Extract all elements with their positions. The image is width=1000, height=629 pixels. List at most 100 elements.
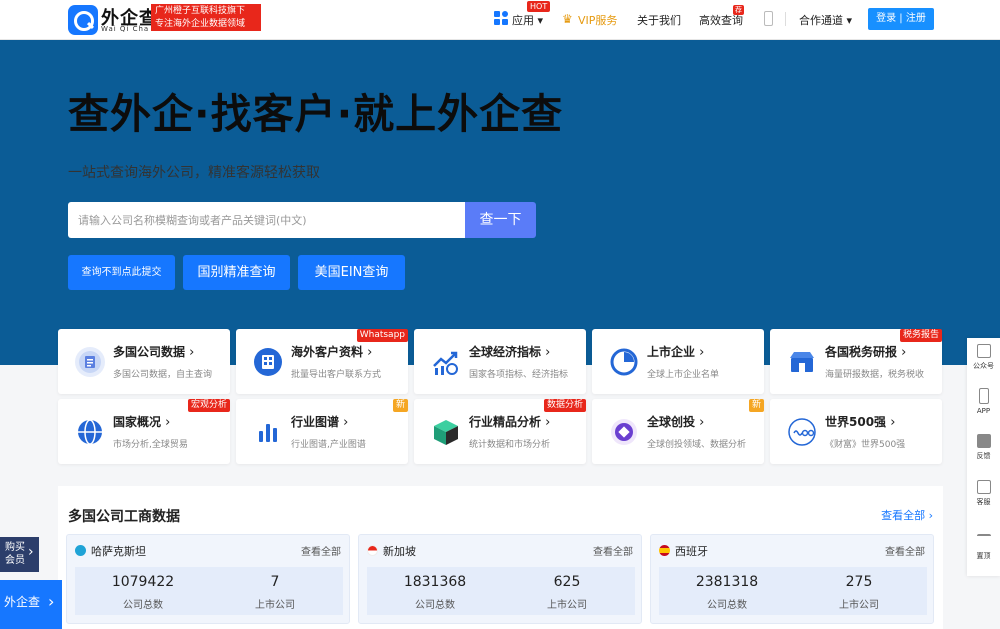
float-back-to-top[interactable]: 置顶	[967, 534, 1000, 561]
recommend-badge: 荐	[733, 5, 744, 15]
bar-chart-icon	[259, 424, 277, 442]
hero-title: 查外企·找客户·就上外企查	[68, 90, 564, 138]
category-desc: 统计数据和市场分析	[469, 440, 551, 450]
float-label: 置顶	[976, 552, 991, 560]
buy-membership-button[interactable]: 购买 会员	[0, 537, 39, 572]
category-desc: 批量导出客户联系方式	[291, 370, 382, 380]
stat-listed: 625 上市公司	[499, 567, 635, 615]
nav-divider	[785, 12, 786, 26]
float-feedback[interactable]: 反馈	[967, 434, 1000, 461]
category-card-tax-report[interactable]: 各国税务研报 海量研报数据，税务税收 税务报告	[770, 329, 942, 394]
category-badge: 税务报告	[899, 329, 942, 342]
category-title: 海外客户资料	[291, 343, 372, 360]
mobile-phone-icon[interactable]	[764, 11, 773, 26]
stat-value: 625	[553, 574, 581, 590]
company-data-icon	[75, 347, 105, 377]
arrow-up-icon	[976, 534, 991, 548]
category-title: 行业精品分析	[469, 413, 550, 430]
category-card-industry-map[interactable]: 行业图谱 行业图谱,产业图谱 新	[236, 399, 408, 464]
country-card-kazakhstan[interactable]: 哈萨克斯坦 查看全部 1079422 公司总数 7 上市公司	[66, 534, 350, 624]
country-card-spain[interactable]: 西班牙 查看全部 2381318 公司总数 275 上市公司	[650, 534, 934, 624]
logo-search-icon	[68, 5, 98, 35]
nav-partner[interactable]: 合作通道 ▾	[799, 12, 852, 28]
country-name: 新加坡	[383, 545, 416, 558]
category-title: 全球经济指标	[469, 343, 550, 360]
country-query-button[interactable]: 国别精准查询	[183, 255, 290, 290]
category-title: 国家概况	[113, 413, 170, 430]
economy-icon	[433, 351, 458, 375]
nav-vip[interactable]: VIP服务	[578, 12, 617, 28]
logo-subtext: Wai Qi Cha	[101, 25, 150, 33]
stat-value: 1831368	[403, 574, 467, 590]
category-card-customer-data[interactable]: 海外客户资料 批量导出客户联系方式 Whatsapp	[236, 329, 408, 394]
hot-badge: HOT	[527, 1, 551, 12]
submit-missing-button[interactable]: 查询不到点此提交	[68, 255, 175, 290]
category-desc: 行业图谱,产业图谱	[291, 440, 366, 450]
country-see-all-link[interactable]: 查看全部	[885, 543, 925, 558]
float-app[interactable]: APP	[967, 388, 1000, 415]
feedback-icon	[976, 434, 991, 448]
hero-subtitle: 一站式查询海外公司，精准客源轻松获取	[68, 165, 320, 181]
float-label: 反馈	[976, 452, 991, 460]
stat-label: 上市公司	[255, 600, 295, 611]
country-see-all-link[interactable]: 查看全部	[301, 543, 341, 558]
country-see-all-link[interactable]: 查看全部	[593, 543, 633, 558]
category-desc: 《财富》世界500强	[825, 440, 906, 450]
category-badge: 新	[392, 399, 408, 412]
login-register-button[interactable]: 登录 | 注册	[868, 8, 934, 30]
category-card-fortune-500[interactable]: 世界500强 《财富》世界500强	[770, 399, 942, 464]
top-header: 外企查 Wai Qi Cha 广州橙子互联科技旗下 专注海外企业数据领域 应用 …	[0, 0, 1000, 40]
float-service[interactable]: 客服	[967, 480, 1000, 507]
slogan-banner: 广州橙子互联科技旗下 专注海外企业数据领域	[151, 4, 261, 31]
company-data-section: 多国公司工商数据 查看全部 › 哈萨克斯坦 查看全部 1079422 公司总数 …	[58, 486, 943, 629]
nav-apps[interactable]: 应用 ▾	[512, 12, 543, 28]
globe-icon	[78, 419, 102, 445]
buy-vip-line-2: 会员	[5, 555, 25, 566]
stat-label: 公司总数	[415, 600, 455, 611]
see-all-link[interactable]: 查看全部 ›	[881, 507, 933, 523]
logo[interactable]: 外企查 Wai Qi Cha	[68, 4, 157, 36]
slogan-line-1: 广州橙子互联科技旗下	[155, 6, 246, 16]
listed-company-icon	[610, 348, 638, 376]
category-card-listed[interactable]: 上市企业 全球上市企业名单	[592, 329, 764, 394]
country-name: 哈萨克斯坦	[91, 545, 146, 558]
category-desc: 市场分析,全球贸易	[113, 440, 188, 450]
category-card-economy[interactable]: 全球经济指标 国家各项指标、经济指标	[414, 329, 586, 394]
category-desc: 海量研报数据，税务税收	[825, 370, 925, 380]
cube-icon	[434, 420, 458, 445]
float-wechat[interactable]: 公众号	[967, 344, 1000, 371]
apps-grid-icon[interactable]	[494, 11, 509, 26]
category-grid: 多国公司数据 多国公司数据，自主查询 海外客户资料 批量导出客户联系方式 Wha…	[58, 323, 943, 465]
category-card-venture[interactable]: 全球创投 全球创投领域、数据分析 新	[592, 399, 764, 464]
category-card-country-overview[interactable]: 国家概况 市场分析,全球贸易 宏观分析	[58, 399, 230, 464]
nav-about[interactable]: 关于我们	[637, 12, 681, 28]
stat-value: 1079422	[111, 574, 175, 590]
stat-total: 2381318 公司总数	[659, 567, 795, 615]
country-name: 西班牙	[675, 545, 708, 558]
phone-icon	[978, 388, 989, 404]
stat-label: 公司总数	[707, 600, 747, 611]
stat-value: 7	[270, 574, 280, 590]
category-desc: 全球创投领域、数据分析	[647, 440, 747, 450]
hero-banner: 查外企·找客户·就上外企查 一站式查询海外公司，精准客源轻松获取 查一下 查询不…	[0, 40, 1000, 365]
stat-label: 上市公司	[839, 600, 879, 611]
category-title: 世界500强	[825, 413, 895, 430]
category-title: 多国公司数据	[113, 343, 194, 360]
country-card-singapore[interactable]: 新加坡 查看全部 1831368 公司总数 625 上市公司	[358, 534, 642, 624]
stat-value: 275	[845, 574, 873, 590]
search-button[interactable]: 查一下	[465, 202, 536, 238]
category-badge: 数据分析	[543, 399, 586, 412]
tax-report-icon	[790, 352, 814, 372]
qr-code-icon	[976, 344, 991, 358]
search-input[interactable]	[68, 202, 465, 238]
float-label: 公众号	[973, 362, 994, 370]
section-title: 多国公司工商数据	[68, 509, 180, 525]
float-label: APP	[976, 407, 991, 415]
category-card-company-data[interactable]: 多国公司数据 多国公司数据，自主查询	[58, 329, 230, 394]
category-title: 全球创投	[647, 413, 704, 430]
stat-label: 公司总数	[123, 600, 163, 611]
slogan-line-2: 专注海外企业数据领域	[155, 19, 246, 29]
waiqicha-side-tab[interactable]: 外企查	[0, 579, 62, 629]
category-card-industry-analysis[interactable]: 行业精品分析 统计数据和市场分析 数据分析	[414, 399, 586, 464]
us-ein-query-button[interactable]: 美国EIN查询	[298, 255, 405, 290]
